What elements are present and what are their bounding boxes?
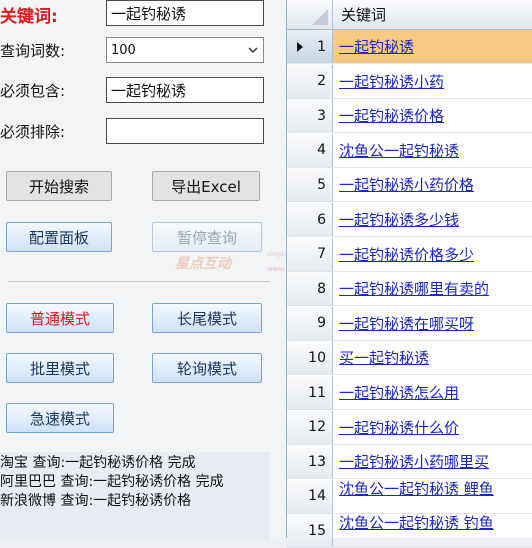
row-number-label: 15 (308, 522, 326, 539)
keyword-cell[interactable]: 沈鱼公一起钓秘诱 钓鱼 (333, 514, 532, 547)
row-number[interactable]: 5 (287, 168, 333, 202)
select-all-corner[interactable] (287, 0, 333, 29)
row-number[interactable]: 9 (287, 306, 333, 340)
row-number[interactable]: 12 (287, 410, 333, 444)
row-number-label: 12 (308, 419, 326, 436)
row-number[interactable]: 13 (287, 445, 333, 479)
keyword-cell[interactable]: 一起钓秘诱小药价格 (333, 168, 532, 201)
row-number-label: 1 (317, 38, 326, 55)
table-row[interactable]: 14 沈鱼公一起钓秘诱 鲤鱼 (287, 479, 532, 514)
row-number[interactable]: 14 (287, 479, 333, 513)
normal-mode-button[interactable]: 普通模式 (6, 303, 114, 333)
column-header-keyword[interactable]: 关键词 (333, 0, 386, 29)
row-number[interactable]: 6 (287, 203, 333, 236)
divider (8, 281, 270, 282)
table-row[interactable]: 8 一起钓秘诱哪里有卖的 (287, 272, 532, 307)
include-input[interactable]: 一起钓秘诱 (106, 77, 264, 103)
count-select[interactable]: 100 (106, 37, 264, 63)
table-row[interactable]: 12 一起钓秘诱什么价 (287, 410, 532, 445)
exclude-input[interactable] (106, 118, 264, 144)
keyword-input[interactable]: 一起钓秘诱 (106, 0, 264, 26)
row-number[interactable]: 2 (287, 64, 333, 98)
fast-mode-button[interactable]: 急速模式 (6, 403, 114, 433)
table-row[interactable]: 10 买一起钓秘诱 (287, 341, 532, 376)
include-label: 必须包含: (0, 81, 66, 100)
keyword-cell[interactable]: 一起钓秘诱价格 (333, 99, 532, 132)
status-log: 淘宝 查询:一起钓秘诱价格 完成 阿里巴巴 查询:一起钓秘诱价格 完成 新浪微博… (0, 452, 270, 540)
table-row[interactable]: 4 沈鱼公一起钓秘诱 (287, 133, 532, 168)
log-line: 淘宝 查询:一起钓秘诱价格 完成 (0, 455, 196, 471)
config-panel-button[interactable]: 配置面板 (6, 222, 112, 252)
table-row[interactable]: 9 一起钓秘诱在哪买呀 (287, 306, 532, 341)
batch-mode-button[interactable]: 批里模式 (6, 353, 114, 383)
table-row[interactable]: 2 一起钓秘诱小药 (287, 64, 532, 99)
row-number[interactable]: 7 (287, 237, 333, 271)
row-number-label: 10 (308, 349, 326, 366)
count-select-value: 100 (111, 42, 136, 58)
row-number-label: 13 (308, 453, 326, 470)
table-row[interactable]: 11 一起钓秘诱怎么用 (287, 376, 532, 410)
log-line: 阿里巴巴 查询:一起钓秘诱价格 完成 (0, 474, 224, 490)
start-search-button[interactable]: 开始搜索 (6, 171, 112, 201)
count-label: 查询词数: (0, 41, 66, 60)
keyword-cell[interactable]: 一起钓秘诱多少钱 (333, 203, 532, 236)
table-row[interactable]: 13 一起钓秘诱小药哪里买 (287, 445, 532, 480)
row-number-label: 5 (317, 176, 326, 193)
grid-header: 关键词 (287, 0, 532, 30)
row-number-label: 11 (308, 384, 326, 401)
row-number-label: 9 (317, 315, 326, 332)
table-row[interactable]: 15 沈鱼公一起钓秘诱 钓鱼 (287, 514, 532, 548)
row-number-label: 6 (317, 211, 326, 228)
exclude-label: 必须排除: (0, 122, 66, 141)
current-row-arrow-icon (297, 42, 303, 52)
keyword-cell[interactable]: 沈鱼公一起钓秘诱 鲤鱼 (333, 480, 532, 513)
table-row[interactable]: 7 一起钓秘诱价格多少 (287, 237, 532, 272)
row-number[interactable]: 4 (287, 133, 333, 167)
row-number[interactable]: 8 (287, 272, 333, 306)
keyword-cell[interactable]: 一起钓秘诱怎么用 (333, 376, 532, 409)
row-number[interactable]: 11 (287, 376, 333, 409)
keyword-cell[interactable]: 一起钓秘诱哪里有卖的 (333, 272, 532, 305)
row-number-label: 4 (317, 142, 326, 159)
query-panel: 关键词: 一起钓秘诱 查询词数: 100 必须包含: 一起钓秘诱 必须排除: 开… (0, 0, 333, 540)
row-number-label: 2 (317, 73, 326, 90)
watermark-logo: 星点互动 (175, 256, 231, 272)
keyword-cell[interactable]: 一起钓秘诱小药哪里买 (333, 445, 532, 478)
row-number[interactable]: 3 (287, 99, 333, 133)
exclude-row: 必须排除: (0, 117, 106, 145)
table-row[interactable]: 6 一起钓秘诱多少钱 (287, 203, 532, 237)
keyword-cell[interactable]: 买一起钓秘诱 (333, 341, 532, 374)
row-number-label: 8 (317, 280, 326, 297)
corner-triangle-icon (312, 9, 328, 25)
row-number[interactable]: 1 (287, 30, 333, 63)
include-row: 必须包含: (0, 76, 106, 104)
keyword-cell[interactable]: 一起钓秘诱在哪买呀 (333, 307, 532, 340)
row-number[interactable]: 15 (287, 514, 333, 548)
longtail-mode-button[interactable]: 长尾模式 (152, 303, 262, 333)
count-row: 查询词数: (0, 36, 106, 64)
log-line: 新浪微博 查询:一起钓秘诱价格 (0, 493, 192, 509)
pause-query-button[interactable]: 暂停查询 (152, 222, 262, 252)
chevron-down-icon (248, 47, 258, 54)
keyword-label: 关键词: (0, 6, 58, 27)
row-number[interactable]: 10 (287, 341, 333, 375)
row-number-label: 14 (308, 488, 326, 505)
keyword-row: 关键词: (0, 0, 106, 28)
keyword-cell[interactable]: 一起钓秘诱 (333, 30, 532, 63)
keyword-cell[interactable]: 一起钓秘诱小药 (333, 65, 532, 98)
keyword-cell[interactable]: 一起钓秘诱价格多少 (333, 238, 532, 271)
row-number-label: 7 (317, 246, 326, 263)
table-row[interactable]: 3 一起钓秘诱价格 (287, 99, 532, 134)
keyword-cell[interactable]: 沈鱼公一起钓秘诱 (333, 134, 532, 167)
poll-mode-button[interactable]: 轮询模式 (152, 353, 262, 383)
results-grid: 关键词 1 一起钓秘诱 2 一起钓秘诱小药 3 一起钓秘诱价格 4 沈鱼公一起钓秘诱 5 一起钓秘… (286, 0, 532, 548)
export-excel-button[interactable]: 导出Excel (152, 171, 260, 201)
row-number-label: 3 (317, 107, 326, 124)
table-row[interactable]: 1 一起钓秘诱 (287, 30, 532, 64)
table-row[interactable]: 5 一起钓秘诱小药价格 (287, 168, 532, 203)
keyword-cell[interactable]: 一起钓秘诱什么价 (333, 411, 532, 444)
